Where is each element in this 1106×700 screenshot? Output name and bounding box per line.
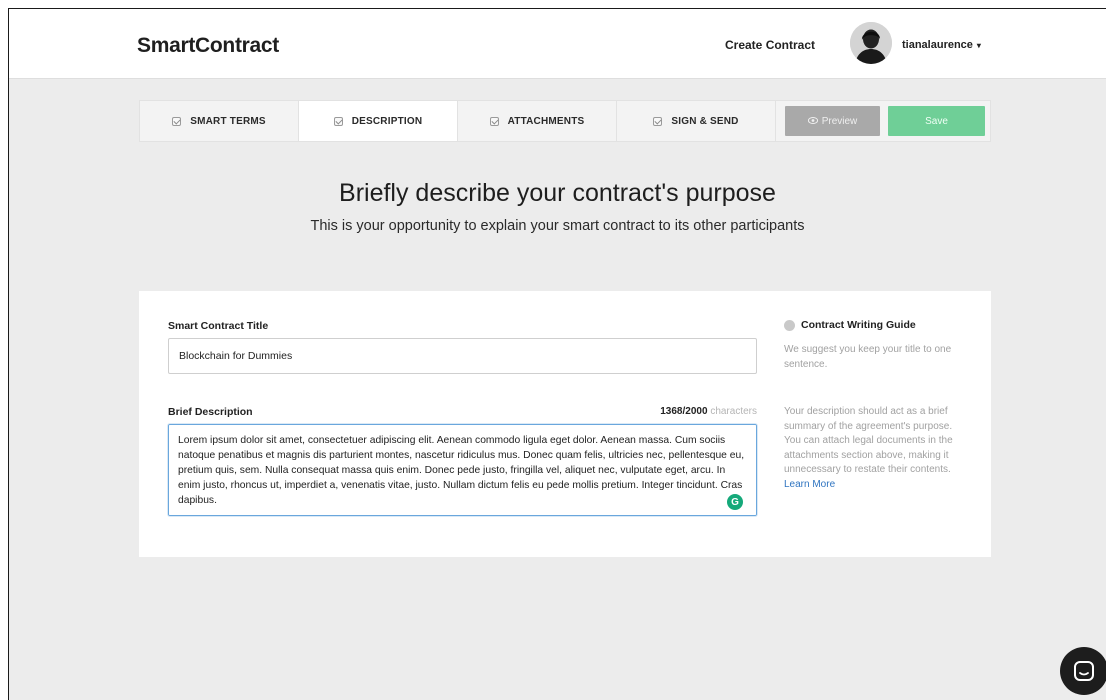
checkbox-icon [172,116,182,126]
checkbox-icon [489,116,499,126]
guide-heading: Contract Writing Guide [784,319,916,331]
guide-title: Contract Writing Guide [801,319,916,331]
tab-smart-terms[interactable]: SMART TERMS [140,101,299,141]
contract-form-card: Smart Contract Title Brief Description 1… [139,291,991,557]
page-title: Briefly describe your contract's purpose [339,179,776,207]
save-button[interactable]: Save [888,106,985,136]
page-subtitle: This is your opportunity to explain your… [310,218,805,234]
title-guide-text: We suggest you keep your title to one se… [784,344,952,370]
chat-widget-button[interactable] [1060,647,1106,695]
tab-label: DESCRIPTION [351,115,423,127]
app-window: SmartContract Create Contract tianalaure… [8,8,1106,700]
description-guide-body: Your description should act as a brief s… [784,406,953,475]
character-counter: 1368/2000 characters [609,406,757,417]
title-field-label: Smart Contract Title [168,320,269,332]
create-contract-link[interactable]: Create Contract [725,38,815,52]
top-navbar: SmartContract Create Contract tianalaure… [9,9,1106,79]
chevron-down-icon: ▾ [976,40,981,50]
tab-actions: Preview Save [776,101,990,141]
tab-description[interactable]: DESCRIPTION [299,101,458,141]
brand-logo[interactable]: SmartContract [137,34,279,58]
char-limit: /2000 [682,406,708,417]
avatar-image [850,22,892,64]
checkbox-icon [653,116,663,126]
grammarly-icon[interactable]: G [727,494,743,510]
preview-button[interactable]: Preview [785,106,880,136]
char-suffix: characters [710,406,757,417]
chat-icon [1074,661,1094,681]
info-icon [784,319,795,331]
checkbox-icon [333,116,343,126]
eye-icon [807,116,818,126]
tab-attachments[interactable]: ATTACHMENTS [458,101,617,141]
char-count: 1368 [660,406,683,417]
avatar[interactable] [850,22,892,64]
step-tabs: SMART TERMS DESCRIPTION ATTACHMENTS SIGN… [139,100,991,142]
description-textarea[interactable]: Lorem ipsum dolor sit amet, consectetuer… [169,425,756,515]
description-field: Lorem ipsum dolor sit amet, consectetuer… [168,424,757,516]
learn-more-link[interactable]: Learn More [784,479,835,490]
user-menu[interactable]: tianalaurence ▾ [902,39,981,51]
tab-sign-and-send[interactable]: SIGN & SEND [617,101,776,141]
username: tianalaurence [902,39,973,51]
description-field-label: Brief Description [168,406,253,418]
tab-label: ATTACHMENTS [507,115,585,127]
tab-label: SIGN & SEND [671,115,739,127]
tab-label: SMART TERMS [190,115,266,127]
description-guide-text: Your description should act as a brief s… [784,405,969,492]
contract-title-input[interactable] [168,338,757,374]
preview-label: Preview [821,115,858,127]
